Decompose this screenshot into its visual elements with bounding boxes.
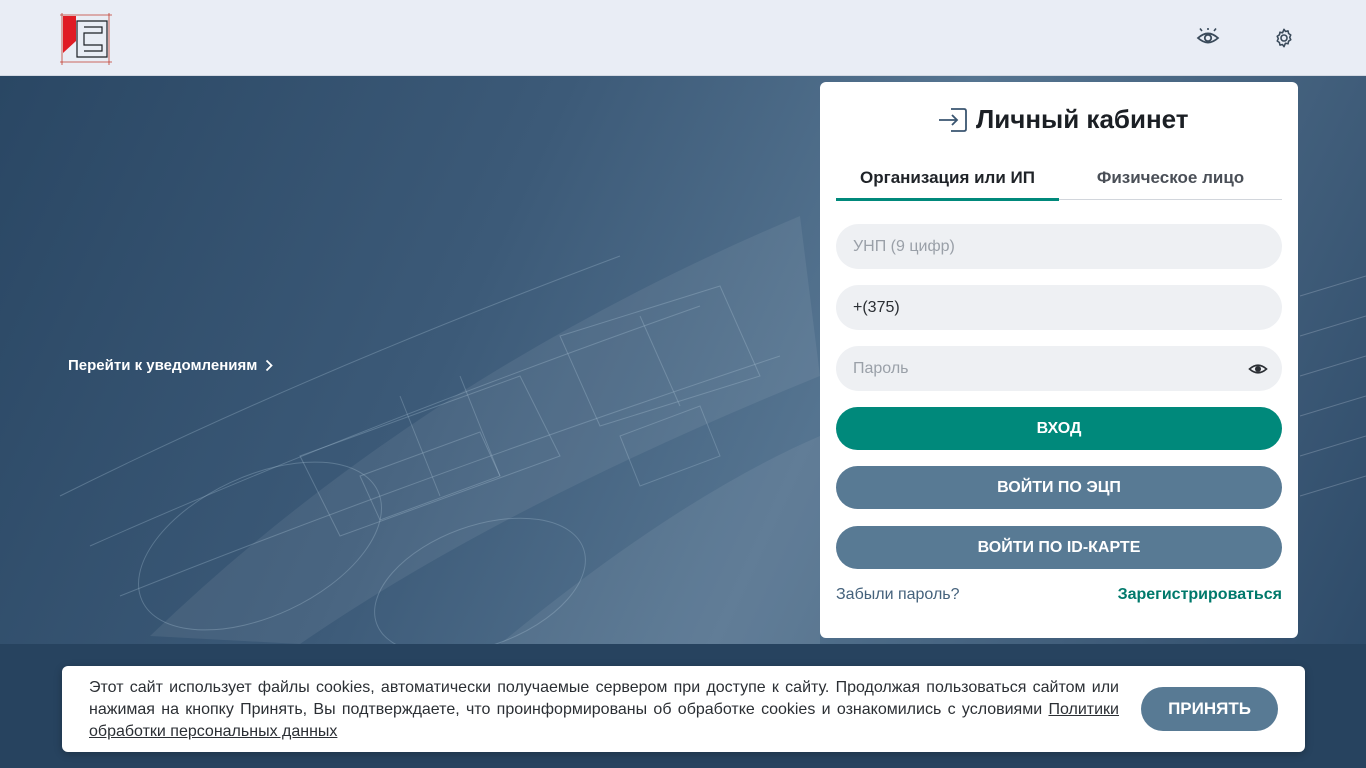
- password-input[interactable]: [836, 346, 1282, 391]
- chevron-right-icon: [266, 359, 274, 372]
- cookie-message: Этот сайт использует файлы cookies, авто…: [89, 679, 1119, 718]
- notifications-link[interactable]: Перейти к уведомлениям: [68, 357, 274, 374]
- password-field: [836, 346, 1282, 391]
- login-title-text: Личный кабинет: [976, 104, 1189, 134]
- notifications-link-label: Перейти к уведомлениям: [68, 357, 258, 374]
- accept-cookies-button[interactable]: ПРИНЯТЬ: [1141, 687, 1278, 731]
- settings-gear-icon[interactable]: [1270, 24, 1298, 52]
- login-tabs: Организация или ИП Физическое лицо: [836, 160, 1282, 201]
- register-link[interactable]: Зарегистрироваться: [1118, 586, 1282, 604]
- forgot-password-link[interactable]: Забыли пароль?: [836, 586, 960, 604]
- login-title: Личный кабинет: [938, 104, 1189, 135]
- show-password-eye-icon[interactable]: [1248, 359, 1268, 379]
- accessibility-eye-icon[interactable]: [1194, 24, 1222, 52]
- login-enter-icon: [939, 107, 967, 132]
- login-idcard-button[interactable]: ВОЙТИ ПО ID-КАРТЕ: [836, 526, 1282, 569]
- unp-input[interactable]: [836, 224, 1282, 269]
- unp-field: [836, 224, 1282, 269]
- cookie-text: Этот сайт использует файлы cookies, авто…: [89, 677, 1119, 743]
- site-header: [0, 0, 1366, 76]
- login-button[interactable]: ВХОД: [836, 407, 1282, 450]
- cookie-banner: Этот сайт использует файлы cookies, авто…: [62, 666, 1305, 752]
- company-logo-icon[interactable]: [60, 13, 112, 65]
- tab-individual[interactable]: Физическое лицо: [1059, 160, 1282, 199]
- login-ecp-button[interactable]: ВОЙТИ ПО ЭЦП: [836, 466, 1282, 509]
- phone-field: [836, 285, 1282, 330]
- tab-organization[interactable]: Организация или ИП: [836, 160, 1059, 201]
- phone-input[interactable]: [836, 285, 1282, 330]
